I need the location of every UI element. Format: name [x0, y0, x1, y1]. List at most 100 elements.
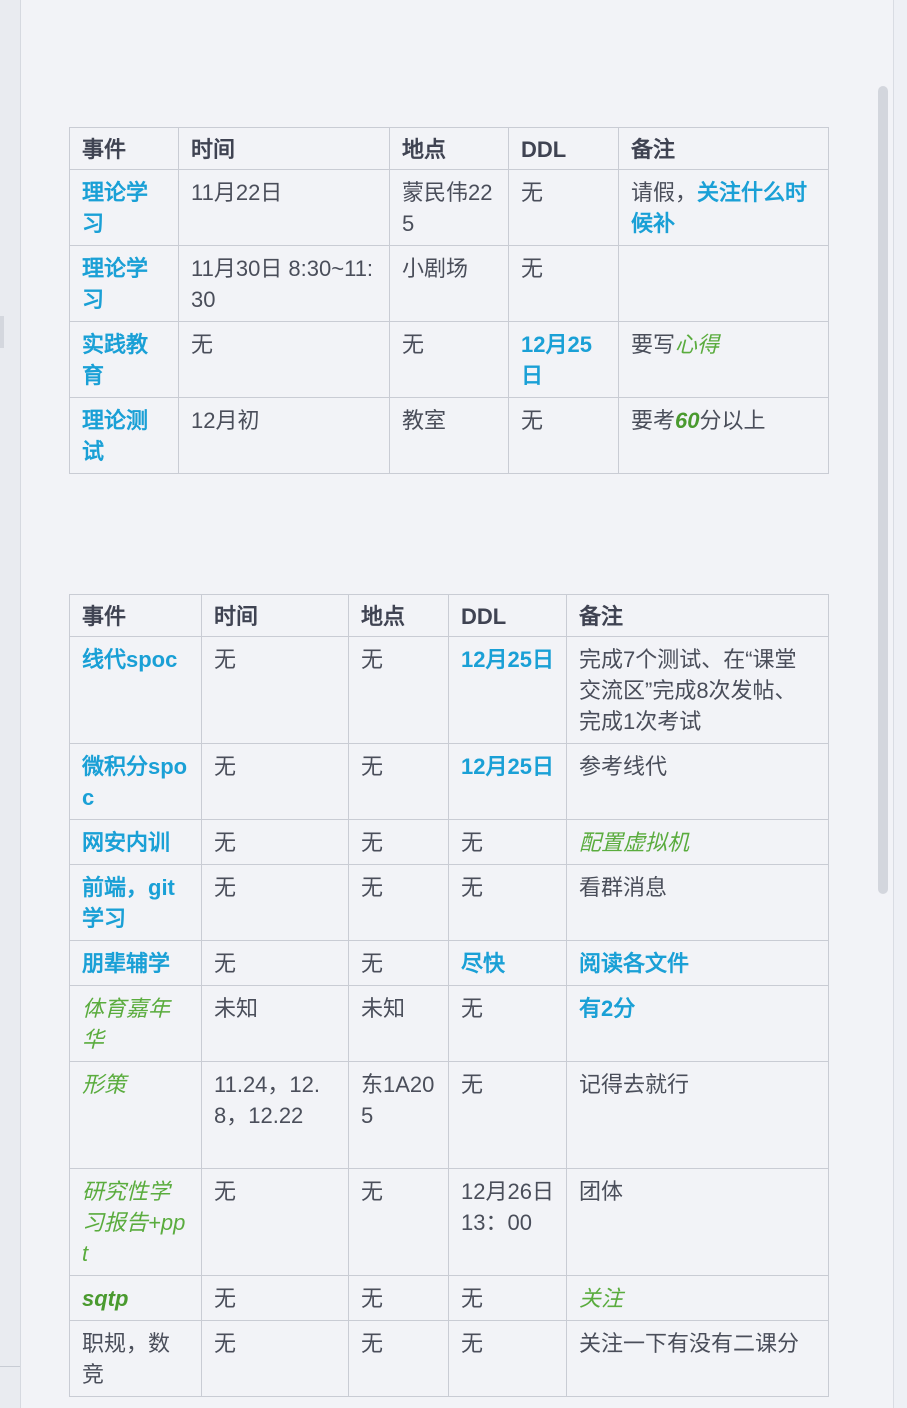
cell-note: 参考线代	[566, 743, 829, 820]
cell-ddl: 无	[508, 397, 619, 474]
scrollbar-track[interactable]	[893, 0, 907, 1408]
table-header-row: 事件 时间 地点 DDL 备注	[69, 594, 829, 637]
cell-ddl: 无	[448, 819, 567, 865]
cell-place: 未知	[348, 985, 449, 1062]
cell-place: 教室	[389, 397, 509, 474]
cell-ddl: 12月26日13：00	[448, 1168, 567, 1276]
cell-event: 理论学习	[69, 169, 179, 246]
schedule-table-2: 事件 时间 地点 DDL 备注 线代spoc 无 无 12月25日 完成7个测试…	[69, 594, 829, 1397]
cell-note: 配置虚拟机	[566, 819, 829, 865]
cell-note: 完成7个测试、在“课堂交流区”完成8次发帖、 完成1次考试	[566, 636, 829, 744]
cell-time: 无	[201, 864, 349, 941]
table-row: 职规，数竞 无 无 无 关注一下有没有二课分	[69, 1320, 829, 1397]
cell-place: 东1A205	[348, 1061, 449, 1169]
table-row: sqtp 无 无 无 关注	[69, 1275, 829, 1321]
cell-ddl: 尽快	[448, 940, 567, 986]
cell-event: 朋辈辅学	[69, 940, 202, 986]
cell-note: 要写心得	[618, 321, 829, 398]
cell-time: 无	[201, 636, 349, 744]
header-place: 地点	[389, 127, 509, 170]
cell-event: 理论学习	[69, 245, 179, 322]
scrollbar-thumb[interactable]	[878, 86, 888, 894]
table-row: 网安内训 无 无 无 配置虚拟机	[69, 819, 829, 865]
cell-time: 11月22日	[178, 169, 390, 246]
cell-event: 理论测试	[69, 397, 179, 474]
cell-note: 团体	[566, 1168, 829, 1276]
cell-time: 无	[201, 1275, 349, 1321]
note-text-tail: 分以上	[699, 408, 766, 433]
cell-ddl: 12月25日	[508, 321, 619, 398]
cell-event: 前端，git学习	[69, 864, 202, 941]
table-row: 研究性学习报告+ppt 无 无 12月26日13：00 团体	[69, 1168, 829, 1276]
cell-place: 无	[348, 864, 449, 941]
cell-note: 阅读各文件	[566, 940, 829, 986]
cell-place: 无	[348, 940, 449, 986]
table-row: 理论学习 11月30日 8:30~11:30 小剧场 无	[69, 245, 829, 322]
cell-note: 请假，关注什么时候补	[618, 169, 829, 246]
cell-note: 记得去就行	[566, 1061, 829, 1169]
note-text: 要考	[631, 408, 676, 433]
cell-place: 蒙民伟225	[389, 169, 509, 246]
cell-note	[618, 245, 829, 322]
header-place: 地点	[348, 594, 449, 637]
cell-time: 无	[201, 940, 349, 986]
cell-place: 无	[348, 1275, 449, 1321]
cell-time: 11.24，12.8，12.22	[201, 1061, 349, 1169]
cell-ddl: 无	[448, 1061, 567, 1169]
cell-note: 关注一下有没有二课分	[566, 1320, 829, 1397]
cell-time: 11月30日 8:30~11:30	[178, 245, 390, 322]
cell-place: 无	[348, 1320, 449, 1397]
cell-ddl: 无	[508, 169, 619, 246]
cell-place: 无	[348, 636, 449, 744]
table-row: 理论测试 12月初 教室 无 要考60分以上	[69, 397, 829, 474]
table-row: 线代spoc 无 无 12月25日 完成7个测试、在“课堂交流区”完成8次发帖、…	[69, 636, 829, 744]
sidebar-collapse-tab[interactable]	[0, 316, 4, 348]
cell-place: 无	[389, 321, 509, 398]
gutter-divider	[0, 1366, 20, 1367]
cell-time: 无	[201, 1320, 349, 1397]
header-note: 备注	[618, 127, 829, 170]
cell-event: 微积分spoc	[69, 743, 202, 820]
cell-note: 关注	[566, 1275, 829, 1321]
table-row: 微积分spoc 无 无 12月25日 参考线代	[69, 743, 829, 820]
cell-event: 线代spoc	[69, 636, 202, 744]
cell-place: 小剧场	[389, 245, 509, 322]
note-text: 请假，	[631, 180, 698, 205]
cell-place: 无	[348, 743, 449, 820]
header-time: 时间	[201, 594, 349, 637]
cell-event: 形策	[69, 1061, 202, 1169]
table-row: 朋辈辅学 无 无 尽快 阅读各文件	[69, 940, 829, 986]
schedule-table-1: 事件 时间 地点 DDL 备注 理论学习 11月22日 蒙民伟225 无 请假，…	[69, 127, 829, 474]
header-ddl: DDL	[508, 127, 619, 170]
cell-time: 无	[178, 321, 390, 398]
cell-event: 体育嘉年华	[69, 985, 202, 1062]
cell-time: 未知	[201, 985, 349, 1062]
cell-ddl: 无	[448, 864, 567, 941]
cell-place: 无	[348, 1168, 449, 1276]
cell-ddl: 无	[448, 985, 567, 1062]
table-header-row: 事件 时间 地点 DDL 备注	[69, 127, 829, 170]
cell-place: 无	[348, 819, 449, 865]
cell-ddl: 12月25日	[448, 743, 567, 820]
table-row: 理论学习 11月22日 蒙民伟225 无 请假，关注什么时候补	[69, 169, 829, 246]
cell-event: sqtp	[69, 1275, 202, 1321]
cell-ddl: 无	[508, 245, 619, 322]
header-event: 事件	[69, 594, 202, 637]
table-row: 前端，git学习 无 无 无 看群消息	[69, 864, 829, 941]
note-text: 要写	[631, 332, 676, 357]
cell-time: 12月初	[178, 397, 390, 474]
cell-time: 无	[201, 743, 349, 820]
header-event: 事件	[69, 127, 179, 170]
table-row: 实践教育 无 无 12月25日 要写心得	[69, 321, 829, 398]
cell-ddl: 无	[448, 1275, 567, 1321]
cell-event: 实践教育	[69, 321, 179, 398]
cell-ddl: 无	[448, 1320, 567, 1397]
table-row: 形策 11.24，12.8，12.22 东1A205 无 记得去就行	[69, 1061, 829, 1169]
cell-note: 有2分	[566, 985, 829, 1062]
cell-event: 网安内训	[69, 819, 202, 865]
cell-time: 无	[201, 819, 349, 865]
cell-time: 无	[201, 1168, 349, 1276]
cell-ddl: 12月25日	[448, 636, 567, 744]
cell-note: 看群消息	[566, 864, 829, 941]
cell-note: 要考60分以上	[618, 397, 829, 474]
